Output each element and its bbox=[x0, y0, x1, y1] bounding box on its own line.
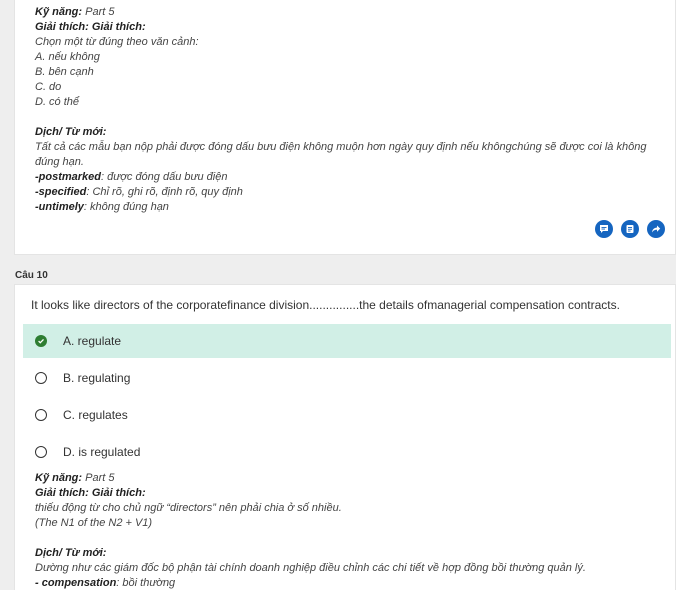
comment-button[interactable] bbox=[595, 220, 613, 238]
check-circle-icon bbox=[35, 335, 47, 347]
radio-button[interactable] bbox=[35, 409, 47, 421]
option-label: A. regulate bbox=[63, 334, 122, 348]
question-number: Câu 10 bbox=[15, 270, 48, 281]
current-explanation: Kỹ năng: Part 5 Giải thích: Giải thích: … bbox=[35, 471, 663, 590]
option-a[interactable]: A. regulate bbox=[23, 324, 671, 358]
explain-text: Chọn một từ đúng theo văn cảnh: bbox=[35, 36, 199, 48]
previous-explanation: Kỹ năng: Part 5 Giải thích: Giải thích: … bbox=[35, 5, 663, 215]
option-b[interactable]: B. regulating bbox=[23, 361, 671, 395]
translation-text: Tất cả các mẫu bạn nộp phải được đóng dấ… bbox=[35, 141, 647, 168]
vocab-item: - compensation: bồi thường bbox=[35, 577, 176, 589]
share-button[interactable] bbox=[647, 220, 665, 238]
note-icon bbox=[626, 225, 634, 233]
vocab-item: -untimely: không đúng hạn bbox=[35, 201, 169, 213]
vocab-item: -specified: Chỉ rõ, ghi rõ, định rõ, quy… bbox=[35, 186, 243, 198]
question-text: It looks like directors of the corporate… bbox=[31, 298, 620, 312]
option-label: D. is regulated bbox=[63, 445, 141, 459]
skill-line: Kỹ năng: Part 5 bbox=[35, 6, 115, 18]
vocab-item: -postmarked: được đóng dấu bưu điện bbox=[35, 171, 228, 183]
previous-question-card: Kỹ năng: Part 5 Giải thích: Giải thích: … bbox=[14, 0, 676, 255]
translation-heading: Dịch/ Từ mới: bbox=[35, 547, 107, 559]
radio-button[interactable] bbox=[35, 446, 47, 458]
action-buttons bbox=[595, 220, 665, 238]
option-c[interactable]: C. regulates bbox=[23, 398, 671, 432]
explain-option-b: B. bên cạnh bbox=[35, 66, 94, 78]
radio-button[interactable] bbox=[35, 372, 47, 384]
option-label: B. regulating bbox=[63, 371, 131, 385]
comment-icon bbox=[600, 225, 608, 233]
explain-text: thiếu động từ cho chủ ngữ “directors” nê… bbox=[35, 502, 342, 514]
option-label: C. regulates bbox=[63, 408, 128, 422]
note-button[interactable] bbox=[621, 220, 639, 238]
skill-line: Kỹ năng: Part 5 bbox=[35, 472, 115, 484]
explain-option-d: D. có thể bbox=[35, 96, 80, 108]
translation-text: Dường như các giám đốc bộ phận tài chính… bbox=[35, 562, 586, 574]
explain-formula: (The N1 of the N2 + V1) bbox=[35, 517, 153, 529]
share-icon bbox=[652, 225, 661, 233]
explain-option-a: A. nếu không bbox=[35, 51, 100, 63]
question-card: It looks like directors of the corporate… bbox=[14, 284, 676, 590]
option-d[interactable]: D. is regulated bbox=[23, 435, 671, 469]
explain-heading: Giải thích: Giải thích: bbox=[35, 21, 146, 33]
translation-heading: Dịch/ Từ mới: bbox=[35, 126, 107, 138]
explain-option-c: C. do bbox=[35, 81, 62, 93]
explain-heading: Giải thích: Giải thích: bbox=[35, 487, 146, 499]
